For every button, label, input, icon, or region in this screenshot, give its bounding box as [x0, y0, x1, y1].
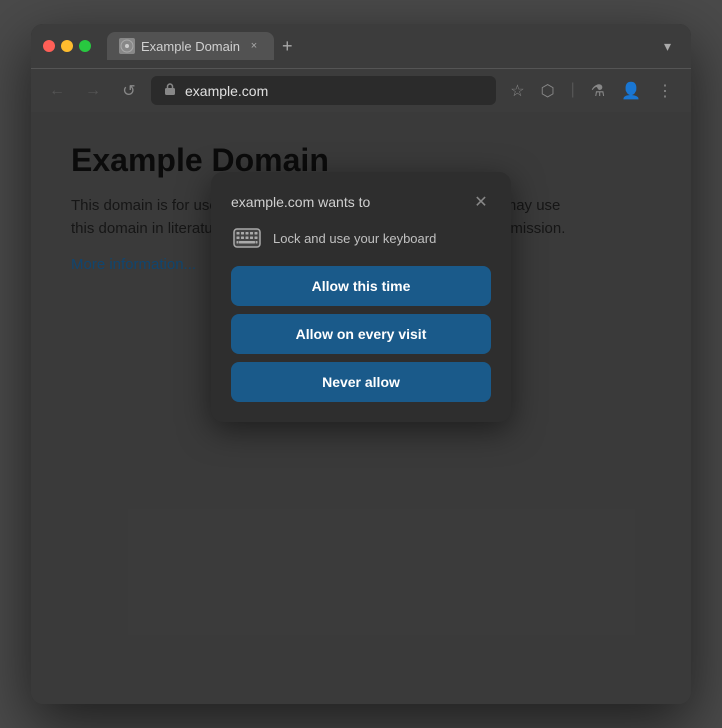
keyboard-icon [231, 226, 263, 250]
browser-window: Example Domain × + ▾ ← → ↺ example.com ☆… [31, 24, 691, 704]
flask-icon[interactable]: ⚗ [585, 77, 611, 105]
reload-button[interactable]: ↺ [115, 77, 143, 105]
url-field[interactable]: example.com [151, 76, 496, 105]
toolbar-divider: | [565, 77, 581, 105]
tab-close-icon[interactable]: × [246, 38, 262, 54]
url-text: example.com [185, 83, 484, 99]
profile-icon[interactable]: 👤 [615, 77, 647, 105]
maximize-button[interactable] [79, 40, 91, 52]
allow-every-visit-button[interactable]: Allow on every visit [231, 314, 491, 354]
toolbar-icons: ☆ ⬡ | ⚗ 👤 ⋮ [504, 77, 679, 105]
traffic-lights [43, 40, 91, 52]
tab-title: Example Domain [141, 39, 240, 54]
page-content: Example Domain This domain is for use in… [31, 112, 691, 704]
tab-bar: Example Domain × + ▾ [107, 32, 679, 61]
menu-icon[interactable]: ⋮ [651, 77, 679, 105]
dialog-header: example.com wants to ✕ [231, 192, 491, 212]
address-bar: ← → ↺ example.com ☆ ⬡ | ⚗ 👤 ⋮ [31, 68, 691, 112]
extensions-icon[interactable]: ⬡ [535, 77, 561, 105]
back-button[interactable]: ← [43, 77, 71, 105]
dialog-actions: Allow this time Allow on every visit Nev… [231, 266, 491, 402]
forward-button[interactable]: → [79, 77, 107, 105]
tab-dropdown-button[interactable]: ▾ [656, 34, 679, 59]
close-button[interactable] [43, 40, 55, 52]
modal-overlay: example.com wants to ✕ [31, 112, 691, 704]
never-allow-button[interactable]: Never allow [231, 362, 491, 402]
url-lock-icon [163, 82, 177, 99]
dialog-close-button[interactable]: ✕ [471, 192, 491, 212]
tab-favicon [119, 38, 135, 54]
allow-this-time-button[interactable]: Allow this time [231, 266, 491, 306]
dialog-permission-row: Lock and use your keyboard [231, 226, 491, 250]
dialog-title: example.com wants to [231, 194, 370, 210]
star-icon[interactable]: ☆ [504, 77, 530, 105]
permission-dialog: example.com wants to ✕ [211, 172, 511, 422]
active-tab[interactable]: Example Domain × [107, 32, 274, 60]
minimize-button[interactable] [61, 40, 73, 52]
new-tab-button[interactable]: + [274, 32, 301, 61]
permission-text: Lock and use your keyboard [273, 231, 436, 246]
title-bar: Example Domain × + ▾ [31, 24, 691, 68]
